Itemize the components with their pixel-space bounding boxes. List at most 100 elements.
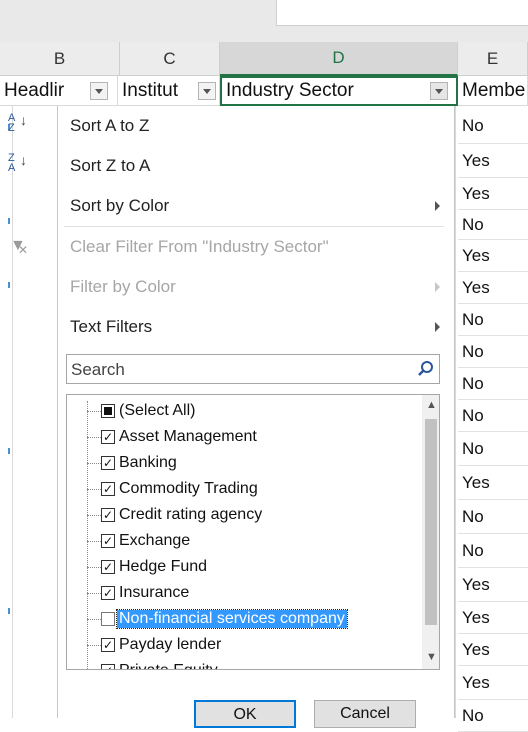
header-cell-label: Industry Sector (226, 80, 354, 101)
header-cell-industry-sector[interactable]: Industry Sector (220, 76, 458, 106)
submenu-arrow-icon (435, 322, 440, 332)
column-header-e[interactable]: E (458, 42, 528, 76)
filter-list-item[interactable]: Non-financial services company (67, 607, 407, 633)
header-cell-label: Institut (122, 80, 178, 101)
filter-list-item[interactable]: ✓ Insurance (67, 581, 407, 607)
column-letter: B (53, 48, 66, 68)
cell-fragment (8, 448, 10, 454)
sort-by-color-item[interactable]: Sort by Color (58, 186, 456, 226)
tree-connector (87, 593, 101, 594)
member-value-cell[interactable]: No (458, 400, 528, 432)
tree-connector (87, 515, 101, 516)
filter-by-color-item[interactable]: Filter by Color (58, 267, 456, 307)
filter-dropdown-button-active[interactable] (430, 82, 448, 100)
checkbox-checked-icon[interactable]: ✓ (101, 664, 115, 669)
filter-list-item[interactable]: ✓ Private Equity (67, 659, 407, 669)
member-value-cell[interactable]: Yes (458, 466, 528, 500)
filter-item-label: Exchange (119, 532, 191, 549)
sort-a-to-z-item[interactable]: A Z ↓ Sort A to Z (8, 106, 456, 146)
scrollbar[interactable]: ▲ ▼ (422, 395, 439, 669)
tree-connector (87, 645, 101, 646)
member-value-cell[interactable]: Yes (458, 272, 528, 304)
filter-list-item[interactable]: ✓ Banking (67, 451, 407, 477)
member-value-cell[interactable]: No (458, 700, 528, 732)
clear-filter-icon: ▼ ✕ (10, 237, 29, 257)
ok-button[interactable]: OK (194, 700, 296, 728)
search-input[interactable] (69, 357, 403, 383)
submenu-arrow-icon (435, 201, 440, 211)
member-value-cell[interactable]: No (458, 368, 528, 400)
column-header-b[interactable]: B (0, 42, 120, 76)
scroll-up-icon[interactable]: ▲ (426, 399, 437, 411)
text-filters-item[interactable]: Text Filters (58, 307, 456, 347)
checkbox-unchecked-icon[interactable] (101, 612, 115, 626)
tree-connector (87, 411, 101, 412)
column-header-c[interactable]: C (120, 42, 220, 76)
member-value-cell[interactable]: Yes (458, 634, 528, 666)
header-cell-headline[interactable]: Headlir (0, 76, 118, 106)
menu-item-label: Filter by Color (70, 277, 176, 296)
filter-values-list: (Select All) ✓ Asset Management ✓ Banking ✓ Co… (66, 394, 440, 670)
select-all-item[interactable]: (Select All) (67, 399, 407, 425)
member-value-cell[interactable]: No (458, 336, 528, 368)
tree-connector (87, 463, 101, 464)
menu-item-label: Clear Filter From "Industry Sector" (70, 237, 329, 256)
checkbox-checked-icon[interactable]: ✓ (101, 430, 115, 444)
checkbox-checked-icon[interactable]: ✓ (101, 508, 115, 522)
cancel-button[interactable]: Cancel (314, 700, 416, 728)
member-value-cell[interactable]: Yes (458, 144, 528, 178)
checkbox-checked-icon[interactable]: ✓ (101, 586, 115, 600)
header-cell-member[interactable]: Membe (458, 76, 528, 106)
member-value-cell[interactable]: Yes (458, 568, 528, 602)
checkbox-checked-icon[interactable]: ✓ (101, 638, 115, 652)
submenu-arrow-icon (435, 282, 440, 292)
scroll-thumb[interactable] (425, 419, 437, 625)
member-value-cell[interactable]: Yes (458, 240, 528, 272)
tree-connector (87, 619, 101, 620)
member-value-cell[interactable]: No (458, 534, 528, 568)
member-value-cell[interactable]: Yes (458, 178, 528, 210)
filter-list-item[interactable]: ✓ Asset Management (67, 425, 407, 451)
checkbox-checked-icon[interactable]: ✓ (101, 534, 115, 548)
filter-list-item[interactable]: ✓ Exchange (67, 529, 407, 555)
filter-list-item[interactable]: ✓ Payday lender (67, 633, 407, 659)
member-value-cell[interactable]: Yes (458, 602, 528, 634)
filter-item-label: Credit rating agency (119, 506, 263, 523)
member-value-cell[interactable]: No (458, 304, 528, 336)
tree-connector (87, 541, 101, 542)
autofilter-dropdown: A Z ↓ Sort A to Z Z A ↓ Sort Z to A Sort by … (8, 106, 456, 728)
column-header-d[interactable]: D (220, 42, 458, 76)
header-cell-institution[interactable]: Institut (118, 76, 220, 106)
checkbox-checked-icon[interactable]: ✓ (101, 560, 115, 574)
filter-list-item[interactable]: ✓ Credit rating agency (67, 503, 407, 529)
scroll-down-icon[interactable]: ▼ (426, 651, 437, 663)
filter-item-label: Banking (119, 454, 177, 471)
filter-dropdown-button[interactable] (90, 82, 108, 100)
clear-filter-item[interactable]: ▼ ✕ Clear Filter From "Industry Sector" (10, 227, 456, 267)
search-box (66, 354, 440, 384)
gridline (12, 106, 13, 718)
member-value-cell[interactable]: Yes (458, 666, 528, 700)
member-value-cell[interactable]: No (458, 108, 528, 144)
cell-fragment (8, 608, 10, 614)
member-value-cell[interactable]: No (458, 500, 528, 534)
filter-item-label: Commodity Trading (119, 480, 258, 497)
column-letter: E (486, 48, 499, 68)
cell-fragment (8, 218, 10, 224)
column-letter: C (163, 48, 176, 68)
search-icon (418, 361, 433, 376)
filter-list-item[interactable]: ✓ Commodity Trading (67, 477, 407, 503)
member-value-cell[interactable]: No (458, 432, 528, 466)
filter-list-item[interactable]: ✓ Hedge Fund (67, 555, 407, 581)
member-value-cell[interactable]: No (458, 210, 528, 240)
filter-dropdown-button[interactable] (198, 82, 216, 100)
menu-item-label: Text Filters (70, 317, 153, 336)
formula-bar[interactable] (276, 0, 528, 26)
sort-z-to-a-item[interactable]: Z A ↓ Sort Z to A (8, 146, 456, 186)
cell-fragment (8, 282, 10, 288)
header-cell-label: Headlir (4, 80, 65, 101)
tree-connector (87, 437, 101, 438)
checkbox-partial-icon[interactable] (101, 404, 115, 418)
checkbox-checked-icon[interactable]: ✓ (101, 482, 115, 496)
checkbox-checked-icon[interactable]: ✓ (101, 456, 115, 470)
